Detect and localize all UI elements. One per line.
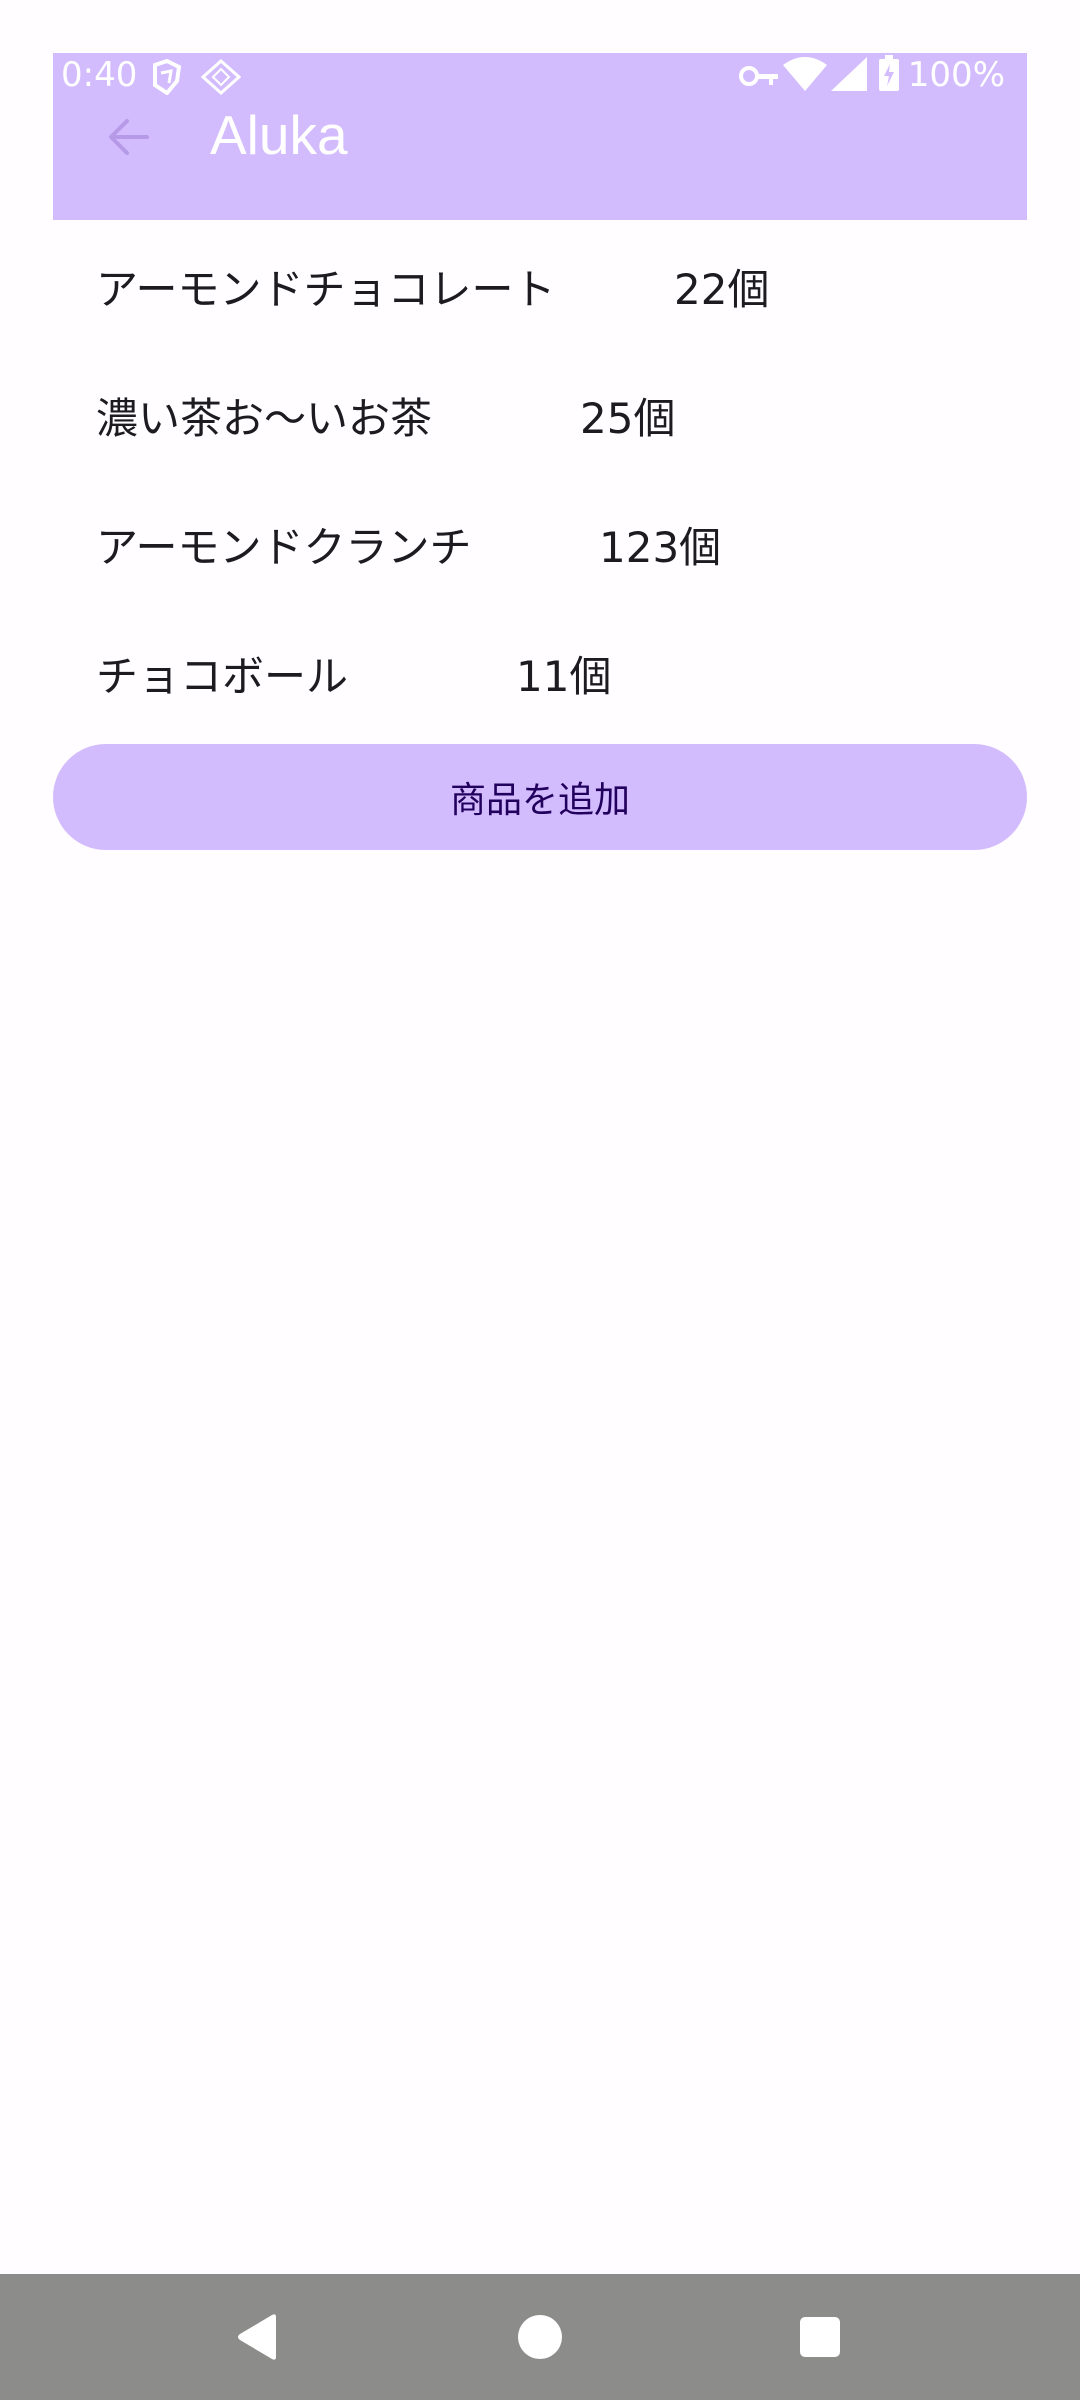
item-name: アーモンドクランチ: [96, 522, 472, 572]
nav-recents-button[interactable]: [760, 2274, 880, 2400]
notification-app-icon: [147, 58, 187, 99]
list-item: アーモンドチョコレート 22個: [96, 246, 796, 326]
back-arrow-icon[interactable]: [101, 109, 157, 165]
screen: 0:40 100% Aluka アーモンドチョコレート 22個 濃い茶お〜いお茶…: [0, 0, 1080, 2400]
nav-recents-icon: [800, 2317, 840, 2357]
vpn-key-icon: [739, 63, 779, 93]
status-time: 0:40: [61, 55, 138, 95]
nav-home-icon: [518, 2315, 562, 2359]
nav-back-button[interactable]: [198, 2274, 318, 2400]
add-product-label: 商品を追加: [449, 780, 630, 821]
system-navigation-bar: [0, 2274, 1080, 2400]
item-name: チョコボール: [96, 651, 349, 701]
page-title: Aluka: [210, 104, 348, 166]
battery-percentage: 100%: [907, 55, 1005, 95]
list-item: 濃い茶お〜いお茶 25個: [96, 375, 796, 455]
app-bar: 0:40 100% Aluka: [53, 53, 1027, 220]
nav-back-icon: [238, 2314, 276, 2360]
item-count: 11個: [516, 651, 612, 701]
item-count: 123個: [599, 522, 722, 572]
item-name: 濃い茶お〜いお茶: [96, 393, 433, 443]
list-item: アーモンドクランチ 123個: [96, 504, 796, 584]
wifi-icon: [783, 57, 827, 95]
cellular-signal-icon: [831, 57, 867, 95]
diamond-grid-icon: [200, 58, 242, 99]
list-item: チョコボール 11個: [96, 633, 796, 713]
add-product-button[interactable]: 商品を追加: [53, 744, 1027, 850]
battery-icon: [879, 55, 899, 95]
item-count: 25個: [580, 393, 676, 443]
nav-home-button[interactable]: [480, 2274, 600, 2400]
item-name: アーモンドチョコレート: [96, 264, 556, 314]
item-count: 22個: [674, 264, 770, 314]
